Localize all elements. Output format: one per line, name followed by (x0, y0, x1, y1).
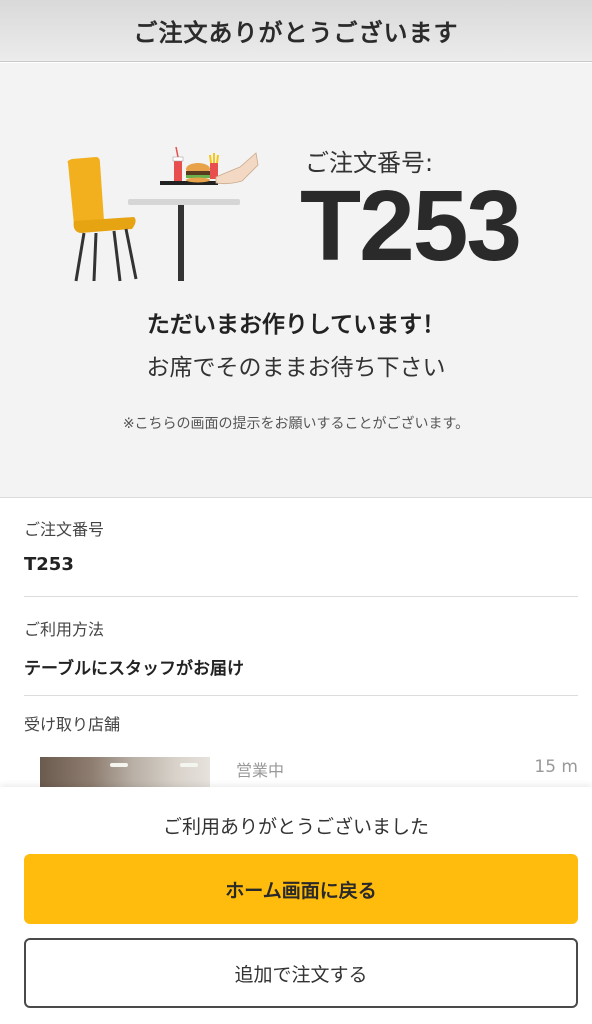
thanks-message: ご利用ありがとうございました (162, 816, 429, 838)
header-bar: ご注文ありがとうございます (0, 0, 592, 62)
usage-method-section: ご利用方法 テーブルにスタッフがお届け (24, 616, 578, 679)
chair-icon (67, 157, 138, 282)
status-message: ただいまお作りしています！ (146, 312, 446, 338)
store-list-item[interactable]: 営業中 15 m (24, 755, 578, 787)
screen-notice: ※こちらの画面の提示をお願いすることがございます。 (122, 416, 470, 432)
order-number-display: T253 (300, 170, 522, 282)
home-button[interactable]: ホーム画面に戻る (24, 854, 578, 924)
footer-panel: ご利用ありがとうございました ホーム画面に戻る 追加で注文する (0, 787, 592, 1024)
usage-method-label: ご利用方法 (24, 620, 105, 639)
food-tray-icon (160, 146, 259, 185)
order-status-panel: ご注文番号: T253 ただいまお作りしています！ お席でそのままお待ち下さい … (0, 63, 592, 498)
order-number-section: ご注文番号 T253 (24, 516, 578, 575)
store-status: 営業中 (236, 761, 285, 780)
divider (24, 695, 578, 696)
status-instruction: お席でそのままお待ち下さい (146, 355, 446, 381)
store-distance: 15 m (534, 757, 578, 777)
order-number-field-value: T253 (24, 554, 74, 575)
order-number-field-label: ご注文番号 (24, 520, 105, 539)
table-service-illustration (67, 146, 259, 282)
store-photo (40, 757, 210, 787)
divider (24, 596, 578, 597)
pickup-store-label: 受け取り店舗 (24, 715, 121, 734)
page-title: ご注文ありがとうございます (133, 19, 459, 47)
usage-method-value: テーブルにスタッフがお届け (24, 659, 244, 679)
table-icon (128, 199, 240, 281)
add-order-button[interactable]: 追加で注文する (24, 938, 578, 1008)
pickup-store-section: 受け取り店舗 (24, 711, 578, 735)
